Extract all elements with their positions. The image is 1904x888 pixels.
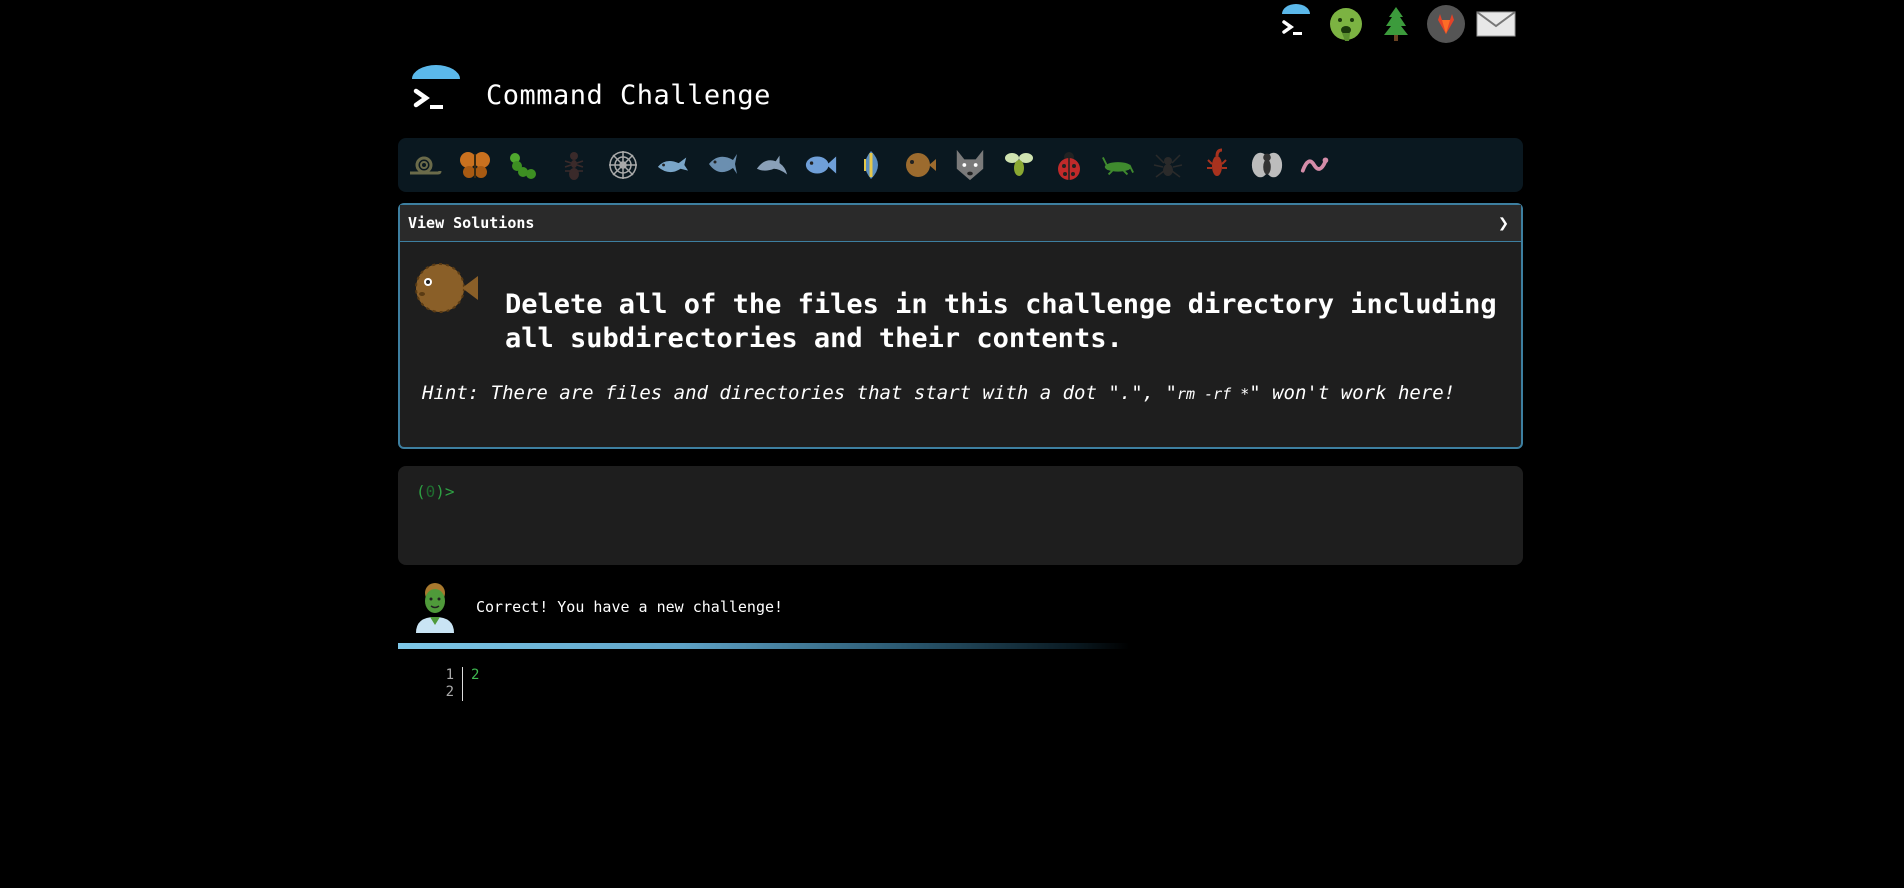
feedback-row: Correct! You have a new challenge! xyxy=(398,579,1523,635)
zombie-avatar-icon xyxy=(416,583,454,633)
main-container: Command Challenge View Solutions ❯ Delet… xyxy=(398,60,1523,701)
feedback-message: Correct! You have a new challenge! xyxy=(476,598,784,616)
output-line: 2 xyxy=(471,667,480,683)
tux-face-icon[interactable] xyxy=(1326,4,1366,44)
level-cricket-icon[interactable] xyxy=(1101,148,1135,182)
hint-prefix: Hint: There are files and directories th… xyxy=(422,382,1177,404)
app-logo-icon[interactable] xyxy=(408,65,464,125)
blowfish-avatar-icon xyxy=(415,263,478,313)
prompt-exit-code: 0 xyxy=(425,482,436,501)
level-ladybug-icon[interactable] xyxy=(1052,148,1086,182)
terminal-input[interactable] xyxy=(458,480,1502,506)
command-output: 1 2 2 xyxy=(398,667,1523,701)
hint-suffix: " won't work here! xyxy=(1249,382,1456,404)
level-snail-icon[interactable] xyxy=(408,148,442,182)
line-numbers: 1 2 xyxy=(398,667,463,701)
level-butterfly-icon[interactable] xyxy=(458,148,492,182)
line-number: 1 xyxy=(445,667,454,683)
top-nav xyxy=(1276,4,1516,44)
level-dolphin-icon[interactable] xyxy=(755,148,789,182)
hint-code: rm -rf * xyxy=(1176,385,1250,403)
level-whale-icon[interactable] xyxy=(656,148,690,182)
terminal-prompt: (0)> xyxy=(416,482,455,501)
level-scorpion-icon[interactable] xyxy=(1200,148,1234,182)
level-ant-icon[interactable] xyxy=(557,148,591,182)
level-bee-icon[interactable] xyxy=(1002,148,1036,182)
header: Command Challenge xyxy=(398,60,1523,130)
level-worm-icon[interactable] xyxy=(1299,148,1333,182)
view-solutions-label: View Solutions xyxy=(408,214,535,232)
progress-bar xyxy=(398,643,1523,649)
level-spider-icon[interactable] xyxy=(1151,148,1185,182)
prompt-open: ( xyxy=(416,482,426,501)
terminal-logo-icon[interactable] xyxy=(1276,4,1316,44)
challenge-description: Delete all of the files in this challeng… xyxy=(505,289,1497,354)
level-bar xyxy=(398,138,1523,192)
challenge-hint: Hint: There are files and directories th… xyxy=(422,382,1455,404)
challenge-panel: View Solutions ❯ Delete all of the files… xyxy=(398,203,1523,449)
chevron-right-icon: ❯ xyxy=(1498,212,1509,234)
level-tropical-fish-icon[interactable] xyxy=(854,148,888,182)
level-fish-icon[interactable] xyxy=(804,148,838,182)
gitlab-icon[interactable] xyxy=(1426,4,1466,44)
level-blowfish-icon[interactable] xyxy=(903,148,937,182)
level-shark-icon[interactable] xyxy=(705,148,739,182)
view-solutions-toggle[interactable]: View Solutions ❯ xyxy=(400,205,1521,242)
line-number: 2 xyxy=(445,684,454,700)
prompt-close: )> xyxy=(435,482,455,501)
level-fly-icon[interactable] xyxy=(1250,148,1284,182)
page-title: Command Challenge xyxy=(486,79,771,111)
level-spider-web-icon[interactable] xyxy=(606,148,640,182)
mail-icon[interactable] xyxy=(1476,4,1516,44)
tree-icon[interactable] xyxy=(1376,4,1416,44)
level-wolf-icon[interactable] xyxy=(953,148,987,182)
output-lines: 2 xyxy=(463,667,479,701)
level-caterpillar-icon[interactable] xyxy=(507,148,541,182)
terminal[interactable]: (0)> xyxy=(398,466,1523,565)
